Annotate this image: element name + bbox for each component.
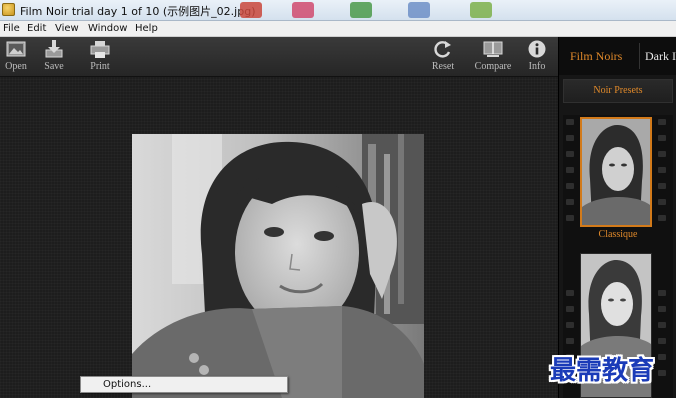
print-button[interactable]: Print <box>87 39 113 72</box>
taskbar-icons <box>240 0 530 21</box>
taskbar-app-icon <box>240 2 262 18</box>
sprocket-hole <box>566 119 574 125</box>
watermark-logo: 最需教育 <box>550 356 655 386</box>
taskbar-app-icon <box>408 2 430 18</box>
save-icon <box>45 40 63 58</box>
options-popup: Options... <box>80 376 288 393</box>
menu-file[interactable]: File <box>3 23 20 34</box>
info-button[interactable]: Info <box>524 39 550 72</box>
save-label: Save <box>44 61 64 72</box>
reset-label: Reset <box>431 61 455 72</box>
sprocket-hole <box>658 151 666 157</box>
tab-dark[interactable]: Dark I <box>645 49 676 64</box>
compare-label: Compare <box>474 61 512 72</box>
compare-icon <box>483 41 503 57</box>
taskbar-app-icon <box>292 2 314 18</box>
menu-help[interactable]: Help <box>135 23 158 34</box>
open-button[interactable]: Open <box>3 39 29 72</box>
sprocket-hole <box>658 119 666 125</box>
print-label: Print <box>90 61 110 72</box>
menu-edit[interactable]: Edit <box>27 23 46 34</box>
taskbar-app-icon <box>470 2 492 18</box>
sprocket-hole <box>566 183 574 189</box>
tab-divider <box>639 43 640 69</box>
sprocket-hole <box>566 322 574 328</box>
open-label: Open <box>5 61 27 72</box>
save-button[interactable]: Save <box>41 39 67 72</box>
sprocket-hole <box>566 199 574 205</box>
sprocket-hole <box>658 167 666 173</box>
presets-panel: Film Noirs Dark I Noir Presets Classique <box>558 37 676 398</box>
sprocket-hole <box>658 135 666 141</box>
menu-view[interactable]: View <box>55 23 79 34</box>
sprocket-hole <box>566 290 574 296</box>
preset-label-classique: Classique <box>598 229 638 240</box>
sprocket-hole <box>566 338 574 344</box>
sprocket-hole <box>658 338 666 344</box>
sprocket-hole <box>658 354 666 360</box>
sprocket-hole <box>658 199 666 205</box>
reset-icon <box>434 41 451 58</box>
options-menu-item[interactable]: Options... <box>103 379 151 390</box>
tab-film-noirs[interactable]: Film Noirs <box>570 49 622 64</box>
sprocket-hole <box>566 151 574 157</box>
sprocket-hole <box>566 215 574 221</box>
menu-window[interactable]: Window <box>88 23 127 34</box>
sprocket-hole <box>658 215 666 221</box>
sprocket-hole <box>658 322 666 328</box>
app-icon <box>2 3 15 16</box>
print-icon <box>90 41 110 58</box>
sprocket-hole <box>566 167 574 173</box>
noir-presets-label: Noir Presets <box>593 85 643 96</box>
sprocket-hole <box>566 135 574 141</box>
preview-photo <box>132 134 424 398</box>
sprocket-hole <box>566 306 574 312</box>
sprocket-hole <box>658 290 666 296</box>
info-label: Info <box>528 61 546 72</box>
sprocket-hole <box>658 370 666 376</box>
info-icon <box>528 40 546 58</box>
sprocket-hole <box>658 306 666 312</box>
reset-button[interactable]: Reset <box>428 39 458 72</box>
sprocket-hole <box>658 183 666 189</box>
menu-bar: File Edit View Window Help <box>0 21 676 37</box>
noir-presets-header[interactable]: Noir Presets <box>563 79 673 103</box>
panel-tabs: Film Noirs Dark I <box>559 37 676 75</box>
window-title: Film Noir trial day 1 of 10 (示例图片_02.jpg… <box>20 5 256 18</box>
toolbar: Open Save Print Reset Compare Info <box>0 37 558 77</box>
taskbar-app-icon <box>350 2 372 18</box>
compare-button[interactable]: Compare <box>469 39 517 72</box>
preset-thumbnail-classique[interactable] <box>580 117 652 227</box>
open-icon <box>6 41 26 57</box>
title-bar: Film Noir trial day 1 of 10 (示例图片_02.jpg… <box>0 0 676 21</box>
